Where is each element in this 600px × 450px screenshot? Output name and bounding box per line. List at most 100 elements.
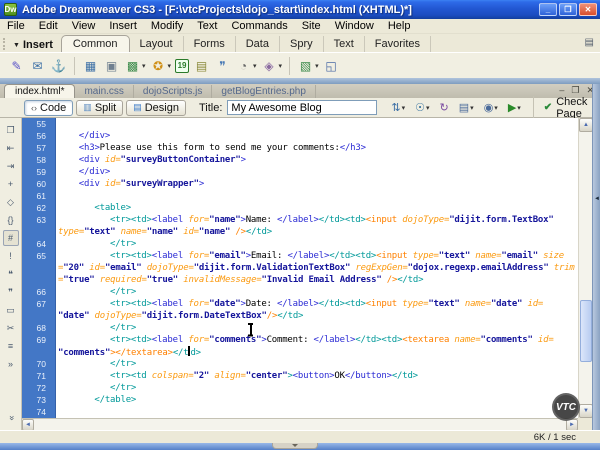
code-line[interactable]: <div id="surveyButtonContainer"> [56, 154, 578, 166]
design-view-button[interactable]: ▤ Design [126, 99, 186, 116]
apply-comment-icon[interactable]: ❝ [3, 266, 19, 282]
code-line[interactable]: "comments"></textarea></t d> [56, 346, 578, 358]
line-number[interactable]: 70 [22, 358, 55, 370]
scroll-down-arrow-icon[interactable]: ▼ [579, 404, 593, 418]
panel-collapse-strip[interactable]: ◄ [592, 84, 600, 443]
email-link-icon[interactable]: ✉ [29, 57, 46, 74]
horizontal-scrollbar[interactable]: ◄ ► [22, 418, 578, 431]
code-line[interactable] [56, 118, 578, 130]
menu-modify[interactable]: Modify [144, 20, 190, 32]
code-line[interactable]: </div> [56, 166, 578, 178]
code-line[interactable]: ="20" id="email" dojoType="dijit.form.Va… [56, 262, 578, 274]
doc-tab-getblogentries-php[interactable]: getBlogEntries.php [212, 85, 316, 98]
split-view-button[interactable]: ▥ Split [76, 99, 124, 116]
minimize-button[interactable]: _ [539, 3, 557, 16]
line-number[interactable]: 73 [22, 394, 55, 406]
dropdown-arrow-icon[interactable]: ▾ [517, 104, 521, 112]
code-line[interactable]: </tr> [56, 322, 578, 334]
insert-tab-layout[interactable]: Layout [130, 36, 184, 52]
line-number[interactable]: 59 [22, 166, 55, 178]
close-button[interactable]: ✕ [579, 3, 597, 16]
format-source-chevron-icon[interactable]: « [3, 410, 19, 426]
menu-view[interactable]: View [65, 20, 103, 32]
code-area[interactable]: </div> <h3>Please use this form to send m… [56, 118, 578, 418]
preview-browser-icon[interactable]: ☉ ▾ [415, 101, 429, 114]
code-line[interactable]: </tr> [56, 358, 578, 370]
recent-snippets-icon[interactable]: ✂ [3, 320, 19, 336]
panel-collapse-arrow-icon[interactable]: ◄ [594, 196, 600, 202]
line-number[interactable]: 63 [22, 214, 55, 226]
line-number[interactable] [22, 226, 55, 238]
document-title-input[interactable] [227, 100, 378, 115]
doc-minimize-button[interactable]: – [559, 85, 564, 96]
line-number[interactable]: 65 [22, 250, 55, 262]
line-number[interactable] [22, 262, 55, 274]
title-bar[interactable]: Dw Adobe Dreamweaver CS3 - [F:\vtcProjec… [0, 0, 600, 19]
visual-aids-icon[interactable]: ◉ ▾ [484, 101, 498, 114]
scroll-up-arrow-icon[interactable]: ▲ [579, 118, 593, 132]
dropdown-arrow-icon[interactable]: ▾ [279, 62, 283, 70]
dropdown-arrow-icon[interactable]: ▾ [426, 104, 430, 112]
balance-braces-icon[interactable]: {} [3, 212, 19, 228]
file-management-icon[interactable]: ⇅ ▾ [391, 101, 405, 114]
code-line[interactable]: <tr><td><label for="comments">Comment: <… [56, 334, 578, 346]
line-number[interactable]: 64 [22, 238, 55, 250]
line-numbers-icon[interactable]: # [2, 230, 19, 246]
code-line[interactable]: </tr> [56, 238, 578, 250]
line-number[interactable] [22, 274, 55, 286]
validate-markup-icon[interactable]: ▶ ▾ [508, 101, 521, 114]
line-number[interactable] [22, 310, 55, 322]
code-line[interactable]: </tr> [56, 286, 578, 298]
dropdown-arrow-icon[interactable]: ▾ [315, 62, 319, 70]
code-line[interactable] [56, 190, 578, 202]
highlight-invalid-code-icon[interactable]: ! [3, 248, 19, 264]
check-page-button[interactable]: ✔ Check Page [532, 95, 600, 120]
code-line[interactable]: <tr><td><label for="name">Name: </label>… [56, 214, 578, 226]
line-number[interactable]: 74 [22, 406, 55, 418]
line-number[interactable]: 72 [22, 382, 55, 394]
code-line[interactable]: "date" dojoType="dijit.form.DateTextBox"… [56, 310, 578, 322]
menu-window[interactable]: Window [328, 20, 381, 32]
images-icon[interactable]: ▩ ▾ [124, 57, 146, 74]
head-icon[interactable]: ◔ ▾ [235, 57, 257, 74]
code-line[interactable]: <table> [56, 202, 578, 214]
select-parent-tag-icon[interactable]: ◇ [3, 194, 19, 210]
line-number[interactable]: 68 [22, 322, 55, 334]
line-number[interactable]: 55 [22, 118, 55, 130]
hyperlink-icon[interactable]: ✎ [8, 57, 25, 74]
remove-comment-icon[interactable]: ❞ [3, 284, 19, 300]
view-options-icon[interactable]: ▤ ▾ [459, 101, 474, 114]
named-anchor-icon[interactable]: ⚓ [50, 57, 67, 74]
dropdown-arrow-icon[interactable]: ▾ [253, 62, 257, 70]
code-line[interactable]: </div> [56, 130, 578, 142]
collapse-selection-icon[interactable]: ⇥ [3, 158, 19, 174]
vertical-scroll-thumb[interactable] [580, 300, 592, 362]
line-number[interactable] [22, 346, 55, 358]
menu-site[interactable]: Site [295, 20, 328, 32]
code-line[interactable]: ="true" required="true" invalidMessage="… [56, 274, 578, 286]
menu-insert[interactable]: Insert [102, 20, 144, 32]
insert-tab-spry[interactable]: Spry [280, 36, 324, 52]
insert-tab-text[interactable]: Text [324, 36, 365, 52]
vertical-scrollbar[interactable]: ▲ ▼ [578, 118, 593, 418]
property-inspector-collapse-grip[interactable] [272, 443, 318, 449]
line-number[interactable]: 67 [22, 298, 55, 310]
tag-chooser-icon[interactable]: ◱ [323, 57, 340, 74]
menu-commands[interactable]: Commands [224, 20, 294, 32]
line-number[interactable]: 60 [22, 178, 55, 190]
open-documents-icon[interactable]: ❐ [3, 122, 19, 138]
dropdown-arrow-icon[interactable]: ▾ [470, 104, 474, 112]
indent-code-icon[interactable]: » [3, 356, 19, 372]
doc-tab-dojoscripts-js[interactable]: dojoScripts.js [134, 85, 213, 98]
toolbar-grip[interactable] [3, 38, 8, 50]
menu-help[interactable]: Help [381, 20, 418, 32]
line-number[interactable]: 56 [22, 130, 55, 142]
menu-file[interactable]: File [0, 20, 32, 32]
expand-all-icon[interactable]: + [3, 176, 19, 192]
script-icon[interactable]: ◈ ▾ [261, 57, 283, 74]
code-line[interactable]: <tr><td colspan="2" align="center"><butt… [56, 370, 578, 382]
comment-icon[interactable]: ❞ [214, 57, 231, 74]
line-number[interactable]: 58 [22, 154, 55, 166]
insert-tab-forms[interactable]: Forms [184, 36, 236, 52]
dropdown-arrow-icon[interactable]: ▾ [168, 62, 172, 70]
